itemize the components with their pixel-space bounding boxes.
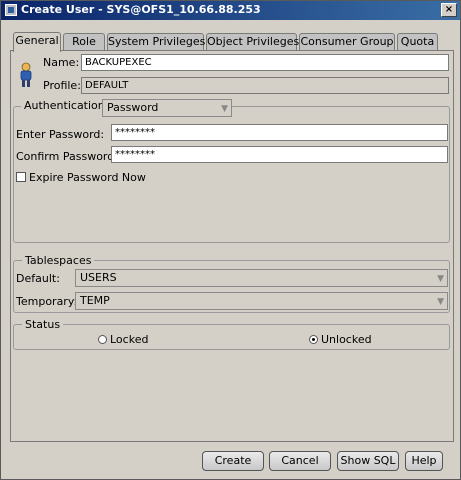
- chevron-down-icon: ▼: [221, 104, 228, 114]
- status-legend: Status: [22, 318, 64, 331]
- chevron-down-icon: ▼: [437, 274, 444, 284]
- cancel-button[interactable]: Cancel: [269, 451, 331, 471]
- default-tablespace-value: USERS: [80, 271, 117, 284]
- title-bar[interactable]: Create User - SYS@OFS1_10.66.88.253 ×: [1, 1, 460, 20]
- app-icon: [5, 4, 17, 16]
- tab-system-privileges[interactable]: System Privileges: [107, 33, 205, 50]
- tab-role[interactable]: Role: [63, 33, 105, 50]
- confirm-password-label: Confirm Password:: [16, 150, 118, 163]
- close-button[interactable]: ×: [441, 3, 457, 17]
- help-button[interactable]: Help: [405, 451, 443, 471]
- unlocked-label: Unlocked: [321, 333, 372, 346]
- temporary-tablespace-select[interactable]: TEMP ▼: [75, 292, 448, 310]
- tab-quota[interactable]: Quota: [397, 33, 438, 50]
- enter-password-field[interactable]: ********: [111, 124, 448, 141]
- authentication-method-value: Password: [107, 101, 159, 114]
- tab-object-privileges[interactable]: Object Privileges: [206, 33, 299, 50]
- tab-consumer-group[interactable]: Consumer Group: [299, 33, 395, 50]
- default-tablespace-select[interactable]: USERS ▼: [75, 269, 448, 287]
- temporary-tablespace-label: Temporary:: [16, 295, 78, 308]
- expire-password-label: Expire Password Now: [29, 171, 146, 184]
- profile-label: Profile:: [43, 79, 81, 92]
- locked-radio[interactable]: [98, 335, 107, 344]
- enter-password-label: Enter Password:: [16, 128, 105, 141]
- create-button[interactable]: Create: [202, 451, 264, 471]
- authentication-method-select[interactable]: Password ▼: [102, 99, 232, 117]
- temporary-tablespace-value: TEMP: [80, 294, 110, 307]
- create-user-dialog: Create User - SYS@OFS1_10.66.88.253 × Ge…: [0, 0, 461, 480]
- window-title: Create User - SYS@OFS1_10.66.88.253: [21, 3, 261, 16]
- expire-password-checkbox[interactable]: [16, 172, 26, 182]
- profile-field[interactable]: DEFAULT: [81, 77, 449, 94]
- default-tablespace-label: Default:: [16, 272, 60, 285]
- unlocked-radio[interactable]: [309, 335, 318, 344]
- tablespaces-legend: Tablespaces: [22, 254, 95, 267]
- tab-general[interactable]: General: [13, 32, 61, 52]
- user-icon: [20, 62, 32, 87]
- name-field[interactable]: BACKUPEXEC: [81, 54, 449, 71]
- show-sql-button[interactable]: Show SQL: [337, 451, 399, 471]
- status-group: [13, 324, 450, 350]
- locked-label: Locked: [110, 333, 149, 346]
- confirm-password-field[interactable]: ********: [111, 146, 448, 163]
- authentication-legend: Authentication: [21, 99, 108, 112]
- chevron-down-icon: ▼: [437, 297, 444, 307]
- name-label: Name:: [43, 56, 80, 69]
